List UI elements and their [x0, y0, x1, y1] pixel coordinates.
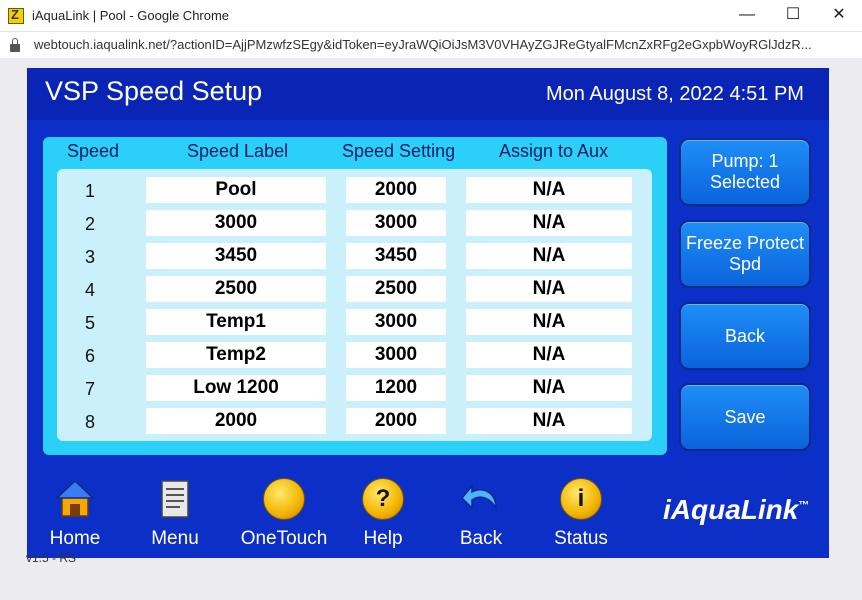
minimize-button[interactable]: —	[724, 0, 770, 32]
speed-setting-field[interactable]: 2500	[346, 276, 446, 302]
freeze-protect-speed-button[interactable]: Freeze Protect Spd	[679, 220, 811, 288]
nav-onetouch[interactable]: OneTouch	[239, 474, 329, 554]
speed-setting-field[interactable]: 3000	[346, 309, 446, 335]
speed-label-field[interactable]: 3450	[146, 243, 326, 269]
speed-number: 6	[85, 346, 96, 366]
speed-table-panel: Speed Speed Label Speed Setting Assign t…	[43, 137, 667, 455]
bottom-nav: Home Menu OneTouch ? Help Back i Status …	[27, 468, 829, 558]
table-row: 1 Pool 2000 N/A	[57, 177, 652, 203]
help-glyph: ?	[375, 485, 391, 512]
maximize-button[interactable]: ☐	[770, 0, 816, 32]
home-icon	[55, 479, 95, 517]
url-text[interactable]: webtouch.iaqualink.net/?actionID=AjjPMzw…	[34, 37, 854, 52]
column-header-speed-label: Speed Label	[187, 141, 289, 161]
iaqualink-app: VSP Speed Setup Mon August 8, 2022 4:51 …	[27, 68, 829, 558]
assign-aux-field[interactable]: N/A	[466, 342, 632, 368]
freeze-line-1: Freeze Protect	[685, 233, 805, 253]
column-header-speed: Speed	[67, 141, 120, 161]
table-row: 8 2000 2000 N/A	[57, 408, 652, 434]
speed-label-field[interactable]: Temp2	[146, 342, 326, 368]
iaqualink-logo: iAquaLink™	[663, 494, 809, 526]
assign-aux-field[interactable]: N/A	[466, 408, 632, 434]
column-header-speed-setting: Speed Setting	[342, 141, 456, 161]
nav-help-label: Help	[363, 528, 403, 549]
speed-number: 4	[85, 280, 96, 300]
speed-number: 2	[85, 214, 96, 234]
speed-label-field[interactable]: Pool	[146, 177, 326, 203]
nav-back-label: Back	[459, 528, 503, 549]
assign-aux-field[interactable]: N/A	[466, 276, 632, 302]
assign-aux-field[interactable]: N/A	[466, 243, 632, 269]
pump-selected-button[interactable]: Pump: 1 Selected	[679, 138, 811, 206]
speed-number: 7	[85, 379, 96, 399]
save-button[interactable]: Save	[679, 383, 811, 451]
nav-home[interactable]: Home	[30, 474, 120, 554]
table-row: 4 2500 2500 N/A	[57, 276, 652, 302]
lock-icon[interactable]	[10, 38, 20, 52]
address-bar[interactable]: webtouch.iaqualink.net/?actionID=AjjPMzw…	[0, 32, 862, 58]
speed-setting-field[interactable]: 3450	[346, 243, 446, 269]
nav-help[interactable]: ? Help	[338, 474, 428, 554]
nav-home-label: Home	[49, 528, 101, 549]
page-viewport: VSP Speed Setup Mon August 8, 2022 4:51 …	[0, 58, 862, 600]
nav-menu[interactable]: Menu	[130, 474, 220, 554]
help-icon: ?	[362, 478, 404, 520]
speed-label-field[interactable]: Temp1	[146, 309, 326, 335]
logo-trademark: ™	[798, 499, 810, 512]
current-datetime: Mon August 8, 2022 4:51 PM	[546, 83, 804, 105]
version-text: v1.5 - RS	[26, 551, 77, 565]
column-header-assign-aux: Assign to Aux	[499, 141, 609, 161]
back-arrow-icon	[460, 483, 497, 511]
table-row: 5 Temp1 3000 N/A	[57, 309, 652, 335]
status-icon: i	[560, 478, 602, 520]
app-header: VSP Speed Setup Mon August 8, 2022 4:51 …	[27, 68, 829, 120]
logo-text: iAquaLink	[663, 494, 799, 525]
nav-onetouch-label: OneTouch	[240, 528, 328, 549]
speed-number: 8	[85, 412, 96, 432]
speed-label-field[interactable]: 2000	[146, 408, 326, 434]
page-title: VSP Speed Setup	[45, 76, 263, 106]
speed-setting-field[interactable]: 2000	[346, 408, 446, 434]
speed-label-field[interactable]: 3000	[146, 210, 326, 236]
nav-status[interactable]: i Status	[536, 474, 626, 554]
speed-table: 1 Pool 2000 N/A 2 3000 3000 N/A 3 3450 3…	[57, 169, 652, 441]
speed-label-field[interactable]: 2500	[146, 276, 326, 302]
status-glyph: i	[577, 485, 585, 512]
speed-setting-field[interactable]: 3000	[346, 210, 446, 236]
assign-aux-field[interactable]: N/A	[466, 177, 632, 203]
assign-aux-field[interactable]: N/A	[466, 375, 632, 401]
back-button[interactable]: Back	[679, 302, 811, 370]
app-logo-icon	[8, 7, 24, 24]
nav-status-label: Status	[554, 528, 608, 549]
window-title: iAquaLink | Pool - Google Chrome	[32, 8, 230, 23]
speed-number: 1	[85, 181, 96, 201]
table-row: 6 Temp2 3000 N/A	[57, 342, 652, 368]
nav-back[interactable]: Back	[436, 474, 526, 554]
speed-label-field[interactable]: Low 1200	[146, 375, 326, 401]
browser-title-bar: iAquaLink | Pool - Google Chrome — ☐ ✕	[0, 0, 862, 32]
close-button[interactable]: ✕	[816, 0, 862, 32]
table-row: 7 Low 1200 1200 N/A	[57, 375, 652, 401]
speed-setting-field[interactable]: 1200	[346, 375, 446, 401]
assign-aux-field[interactable]: N/A	[466, 309, 632, 335]
speed-setting-field[interactable]: 2000	[346, 177, 446, 203]
assign-aux-field[interactable]: N/A	[466, 210, 632, 236]
menu-icon	[161, 480, 189, 518]
speed-number: 5	[85, 313, 96, 333]
nav-menu-label: Menu	[151, 528, 199, 549]
pump-line-2: Selected	[709, 172, 781, 192]
speed-number: 3	[85, 247, 96, 267]
table-row: 3 3450 3450 N/A	[57, 243, 652, 269]
speed-setting-field[interactable]: 3000	[346, 342, 446, 368]
freeze-line-2: Spd	[728, 254, 761, 274]
onetouch-icon	[263, 478, 305, 520]
pump-line-1: Pump: 1	[711, 151, 779, 171]
table-row: 2 3000 3000 N/A	[57, 210, 652, 236]
